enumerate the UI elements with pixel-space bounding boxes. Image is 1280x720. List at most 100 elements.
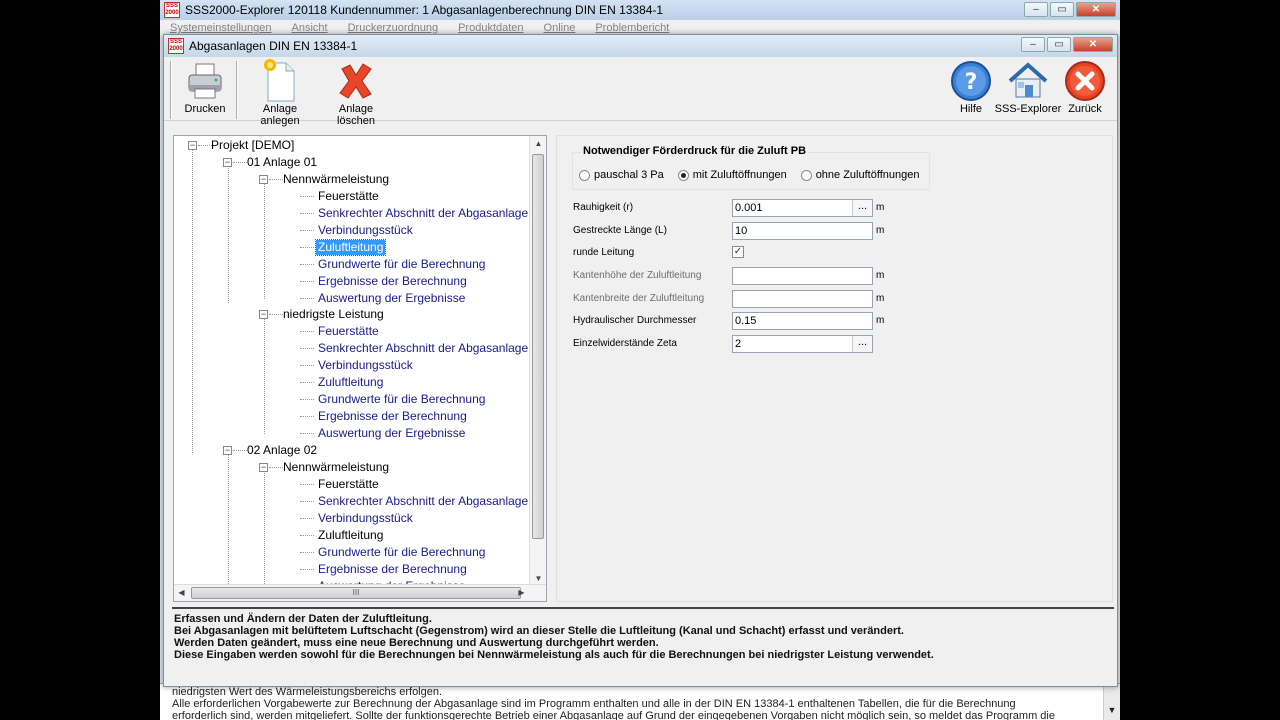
dialog-title-bar: SSS 2000 Abgasanlagen DIN EN 13384-1 – ▭ … [164, 35, 1117, 57]
scroll-left-icon[interactable]: ◀ [174, 585, 189, 600]
menu-online[interactable]: Online [544, 22, 576, 34]
scroll-up-icon[interactable]: ▲ [531, 136, 546, 151]
zeta-browse-button[interactable]: ... [852, 336, 872, 352]
tree-leaf-senkrechter-abschnitt[interactable]: Senkrechter Abschnitt der Abgasanlage [318, 205, 528, 222]
delete-system-button[interactable]: Anlage löschen [320, 59, 392, 127]
tree-leaf-zuluftleitung[interactable]: Zuluftleitung [318, 374, 383, 391]
outer-title-bar: SSS 2000 SSS2000-Explorer 120118 Kundennu… [160, 0, 1120, 20]
tree-connector [300, 247, 314, 248]
scrollbar-thumb[interactable] [532, 154, 544, 539]
dialog-title: Abgasanlagen DIN EN 13384-1 [189, 39, 358, 53]
menu-systemeinstellungen[interactable]: Systemeinstellungen [170, 22, 272, 34]
collapse-icon[interactable]: − [259, 175, 268, 184]
radio-ohne-zuluftoeffnungen[interactable]: ohne Zuluftöffnungen [800, 169, 919, 181]
outer-title: SSS2000-Explorer 120118 Kundennummer: 1 … [185, 3, 664, 17]
tree-leaf-ergebnisse[interactable]: Ergebnisse der Berechnung [318, 561, 467, 578]
tree-leaf-auswertung[interactable]: Auswertung der Ergebnisse [318, 425, 465, 442]
menu-produktdaten[interactable]: Produktdaten [458, 22, 523, 34]
hydraulisch-input[interactable]: 0.15 [732, 312, 873, 330]
tree-node-nennwaermeleistung[interactable]: Nennwärmeleistung [283, 171, 389, 188]
tree-node-nennwaermeleistung[interactable]: Nennwärmeleistung [283, 459, 389, 476]
tree-leaf-verbindungsstueck[interactable]: Verbindungsstück [318, 222, 413, 239]
zeta-input[interactable]: 2... [732, 335, 873, 353]
collapse-icon[interactable]: − [259, 310, 268, 319]
maximize-button[interactable]: ▭ [1050, 2, 1074, 17]
tree-leaf-zuluftleitung[interactable]: Zuluftleitung [318, 527, 383, 544]
toolbar-separator [236, 61, 238, 119]
dialog-close-button[interactable]: ✕ [1073, 37, 1113, 52]
collapse-icon[interactable]: − [223, 158, 232, 167]
tree-connector [300, 484, 314, 485]
dialog-maximize-button[interactable]: ▭ [1047, 37, 1071, 52]
tree-leaf-grundwerte[interactable]: Grundwerte für die Berechnung [318, 256, 485, 273]
kantenhoehe-input[interactable] [732, 267, 873, 285]
laenge-input[interactable]: 10 [732, 222, 873, 240]
kantenbreite-input[interactable] [732, 290, 873, 308]
help-button[interactable]: ? Hilfe [947, 59, 995, 115]
tree-connector [300, 348, 314, 349]
toolbar-separator [170, 61, 172, 119]
new-document-icon [244, 59, 316, 103]
minimize-button[interactable]: – [1024, 2, 1048, 17]
tree-leaf-ergebnisse[interactable]: Ergebnisse der Berechnung [318, 408, 467, 425]
new-system-button[interactable]: Anlage anlegen [244, 59, 316, 127]
rauhigkeit-input[interactable]: 0.001... [732, 199, 873, 217]
svg-text:?: ? [965, 70, 978, 95]
tree-connector [300, 382, 314, 383]
dialog-minimize-button[interactable]: – [1021, 37, 1045, 52]
rauhigkeit-browse-button[interactable]: ... [852, 200, 872, 216]
tree-leaf-feuerstaette[interactable]: Feuerstätte [318, 188, 379, 205]
tree-node-anlage-02[interactable]: 02 Anlage 02 [247, 442, 317, 459]
tree-leaf-feuerstaette[interactable]: Feuerstätte [318, 476, 379, 493]
tree-node-niedrigste-leistung[interactable]: niedrigste Leistung [283, 306, 384, 323]
collapse-icon[interactable]: − [188, 141, 197, 150]
radio-off-icon [579, 169, 590, 181]
laenge-label: Gestreckte Länge (L) [573, 225, 667, 236]
tree-leaf-zuluftleitung-selected[interactable]: Zuluftleitung [314, 239, 387, 256]
scroll-right-icon[interactable]: ▶ [514, 585, 529, 600]
info-line: erforderlich sind, werden mitgeliefert. … [172, 710, 1055, 720]
tree-leaf-verbindungsstueck[interactable]: Verbindungsstück [318, 510, 413, 527]
tree-horizontal-scrollbar[interactable]: ◀ III ▶ [174, 584, 546, 601]
scroll-down-icon[interactable]: ▼ [1103, 684, 1120, 720]
tree-guide [264, 182, 265, 299]
help-label: Hilfe [959, 103, 982, 115]
delete-x-icon [320, 59, 392, 103]
print-button[interactable]: Drucken [178, 59, 232, 115]
tree-vertical-scrollbar[interactable]: ▲ ▼ [529, 136, 546, 586]
radio-pauschal[interactable]: pauschal 3 Pa [579, 169, 664, 181]
back-button[interactable]: Zurück [1062, 59, 1108, 115]
tree-leaf-verbindungsstueck[interactable]: Verbindungsstück [318, 357, 413, 374]
tree-leaf-auswertung[interactable]: Auswertung der Ergebnisse [318, 290, 465, 307]
info-line: niedrigsten Wert des Wärmeleistungsberei… [172, 686, 443, 698]
tree-root[interactable]: Projekt [DEMO] [211, 137, 294, 154]
collapse-icon[interactable]: − [223, 446, 232, 455]
project-tree[interactable]: − Projekt [DEMO] − 01 Anlage 01 − Nennwä… [173, 135, 547, 602]
rauhigkeit-label: Rauhigkeit (r) [573, 202, 634, 213]
tree-connector [300, 213, 314, 214]
laenge-unit: m [876, 225, 885, 236]
printer-icon [178, 59, 232, 103]
tree-leaf-senkrechter-abschnitt[interactable]: Senkrechter Abschnitt der Abgasanlage [318, 340, 528, 357]
tree-leaf-grundwerte[interactable]: Grundwerte für die Berechnung [318, 544, 485, 561]
tree-connector [269, 467, 283, 468]
runde-leitung-label: runde Leitung [573, 247, 635, 258]
help-icon: ? [947, 59, 995, 103]
tree-connector [300, 365, 314, 366]
menu-ansicht[interactable]: Ansicht [292, 22, 328, 34]
tree-node-anlage-01[interactable]: 01 Anlage 01 [247, 154, 317, 171]
tree-leaf-grundwerte[interactable]: Grundwerte für die Berechnung [318, 391, 485, 408]
collapse-icon[interactable]: − [259, 463, 268, 472]
hydraulisch-unit: m [876, 315, 885, 326]
runde-leitung-checkbox[interactable]: ✓ [732, 246, 744, 258]
radio-mit-zuluftoeffnungen[interactable]: mit Zuluftöffnungen [677, 169, 787, 181]
tree-leaf-feuerstaette[interactable]: Feuerstätte [318, 323, 379, 340]
scrollbar-thumb[interactable]: III [191, 587, 521, 599]
sss-explorer-button[interactable]: SSS-Explorer [994, 59, 1062, 115]
menu-problembericht[interactable]: Problembericht [595, 22, 669, 34]
tree-leaf-ergebnisse[interactable]: Ergebnisse der Berechnung [318, 273, 467, 290]
menu-druckerzuordnung[interactable]: Druckerzuordnung [348, 22, 439, 34]
close-button[interactable]: ✕ [1076, 2, 1116, 17]
tree-leaf-senkrechter-abschnitt[interactable]: Senkrechter Abschnitt der Abgasanlage [318, 493, 528, 510]
description-line: Werden Daten geändert, muss eine neue Be… [174, 637, 659, 649]
